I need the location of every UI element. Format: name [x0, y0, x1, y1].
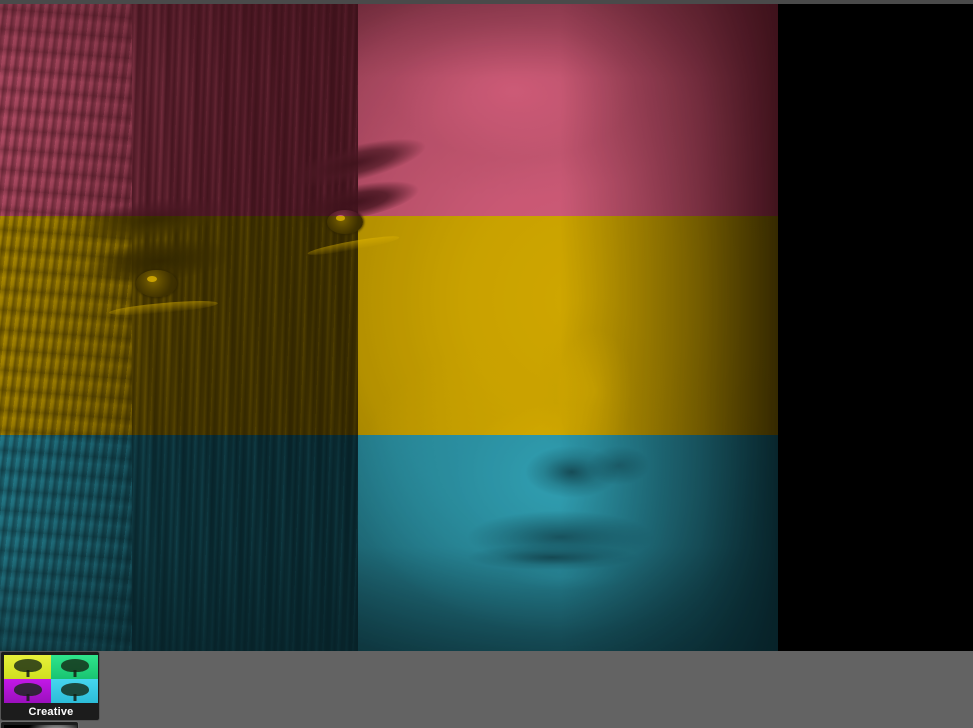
tree-trunk	[73, 694, 76, 701]
preset-grayson[interactable]: Grayson	[0, 721, 79, 728]
preset-quadrant-yellow	[4, 655, 51, 679]
tree-icon	[13, 659, 43, 677]
tree-trunk	[73, 670, 76, 677]
portrait-vignette-layer	[0, 0, 778, 651]
preset-creative[interactable]: Creative	[0, 651, 100, 721]
preset-creative-label: Creative	[28, 706, 74, 718]
tree-icon	[60, 659, 90, 677]
bottom-toolbar: Creative	[0, 651, 973, 728]
tree-trunk	[26, 670, 29, 677]
canvas-top-border	[0, 0, 973, 4]
photo-preview	[0, 0, 778, 651]
tree-icon	[13, 683, 43, 701]
app-root: Creative	[0, 0, 973, 728]
preset-quadrant-cyan	[51, 679, 98, 703]
tree-icon	[60, 683, 90, 701]
preset-quadrant-purple	[4, 679, 51, 703]
canvas-background-right	[778, 0, 973, 651]
preset-creative-thumbnail	[4, 655, 98, 703]
image-canvas[interactable]	[0, 0, 973, 651]
preset-quadrant-green	[51, 655, 98, 679]
tree-trunk	[26, 694, 29, 701]
